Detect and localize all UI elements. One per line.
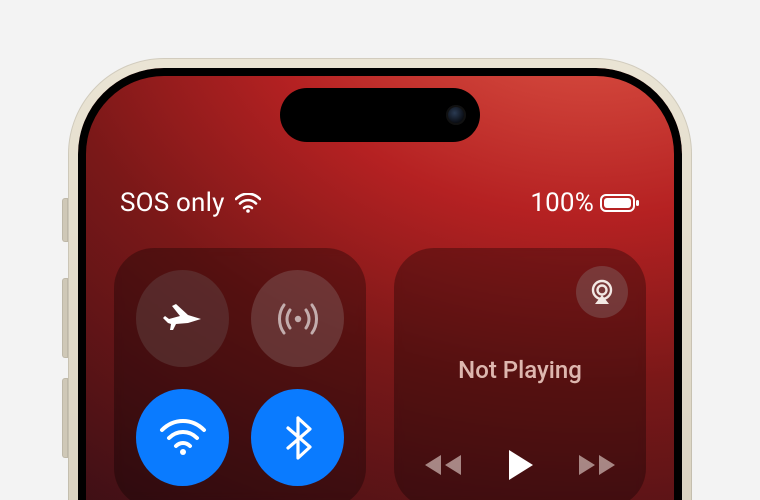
now-playing-label: Not Playing [394, 356, 646, 384]
antenna-icon [274, 295, 322, 343]
status-right: 100% [530, 188, 640, 218]
fast-forward-button[interactable] [575, 451, 619, 479]
carrier-label: SOS only [120, 188, 225, 218]
phone-frame: SOS only 100% [68, 58, 692, 500]
airplane-icon [161, 297, 205, 341]
media-controls [394, 448, 646, 482]
dynamic-island [280, 88, 480, 142]
rewind-button[interactable] [421, 451, 465, 479]
bluetooth-icon [283, 414, 313, 462]
control-center-row: Not Playing [78, 248, 682, 500]
bluetooth-toggle[interactable] [251, 389, 344, 486]
airplay-icon [587, 278, 617, 306]
airplane-mode-toggle[interactable] [136, 270, 229, 367]
battery-icon [600, 194, 640, 212]
wifi-icon [235, 193, 261, 213]
media-module[interactable]: Not Playing [394, 248, 646, 500]
phone-screen: SOS only 100% [78, 68, 682, 500]
wifi-toggle[interactable] [136, 389, 229, 486]
side-button-volume-down [62, 378, 68, 458]
wifi-icon [159, 418, 207, 458]
status-bar: SOS only 100% [78, 188, 682, 218]
play-button[interactable] [505, 448, 535, 482]
status-left: SOS only [120, 188, 261, 218]
battery-percent: 100% [530, 188, 594, 218]
cellular-data-toggle[interactable] [251, 270, 344, 367]
side-button-volume-up [62, 278, 68, 358]
front-camera [446, 105, 466, 125]
connectivity-module[interactable] [114, 248, 366, 500]
airplay-button[interactable] [576, 266, 628, 318]
side-button-silent [62, 198, 68, 242]
